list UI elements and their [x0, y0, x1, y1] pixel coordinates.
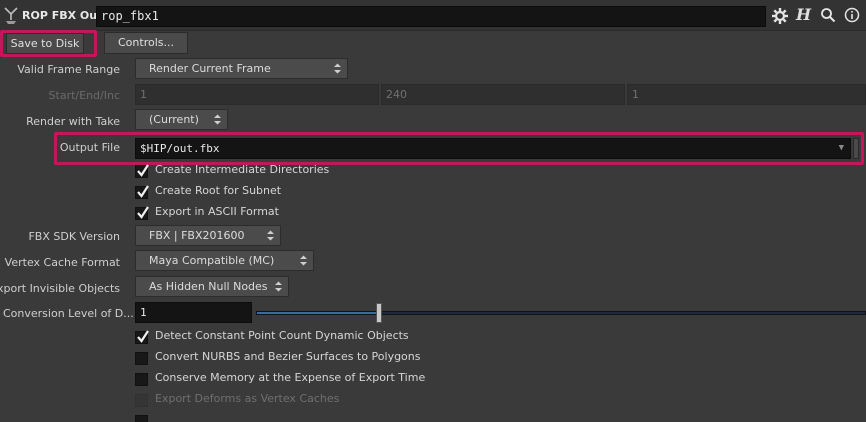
info-icon[interactable] [844, 7, 860, 23]
end-field[interactable]: 240 [381, 84, 625, 105]
render-with-take-menu[interactable]: (Current) [135, 109, 228, 130]
vertex-cache-format-label: Vertex Cache Format [4, 256, 120, 269]
output-file-label: Output File [59, 141, 120, 154]
export-invisible-value: As Hidden Null Nodes [149, 280, 268, 293]
node-header: ROP FBX Output rop_fbx1 H [0, 0, 866, 31]
help-icon[interactable]: H [796, 7, 811, 23]
updown-arrow-icon [275, 281, 282, 292]
render-with-take-label: Render with Take [26, 115, 120, 128]
controls-button[interactable]: Controls... [104, 32, 188, 54]
rop-node-icon [3, 5, 20, 25]
valid-frame-range-value: Render Current Frame [149, 62, 271, 75]
dropdown-arrow-icon[interactable]: ▼ [839, 139, 844, 158]
fbx-sdk-version-label: FBX SDK Version [28, 230, 120, 243]
output-file-value: $HIP/out.fbx [140, 142, 220, 155]
conversion-level-slider[interactable] [256, 311, 866, 315]
updown-arrow-icon [214, 114, 221, 125]
convert-nurbs-label: Convert NURBS and Bezier Surfaces to Pol… [155, 350, 421, 363]
vertex-cache-format-value: Maya Compatible (MC) [149, 254, 275, 267]
updown-arrow-icon [334, 63, 341, 74]
conversion-level-field[interactable]: 1 [135, 302, 252, 323]
conversion-level-label: Conversion Level of D... [3, 307, 134, 320]
create-intermediate-dirs-label: Create Intermediate Directories [155, 163, 330, 176]
partial-checkbox[interactable] [135, 415, 148, 422]
detect-constant-checkbox[interactable] [135, 330, 149, 344]
search-icon[interactable] [820, 7, 836, 23]
node-name-field[interactable]: rop_fbx1 [96, 6, 766, 27]
inc-field[interactable]: 1 [627, 84, 866, 105]
export-deforms-label: Export Deforms as Vertex Caches [155, 392, 340, 405]
start-field[interactable]: 1 [135, 84, 379, 105]
create-root-for-subnet-checkbox[interactable] [135, 185, 149, 199]
export-invisible-menu[interactable]: As Hidden Null Nodes [135, 276, 289, 297]
fbx-sdk-version-menu[interactable]: FBX | FBX201600 [135, 225, 281, 246]
vertex-cache-format-menu[interactable]: Maya Compatible (MC) [135, 250, 314, 271]
updown-arrow-icon [300, 255, 307, 266]
updown-arrow-icon [267, 230, 274, 241]
slider-handle[interactable] [376, 303, 382, 323]
detect-constant-label: Detect Constant Point Count Dynamic Obje… [155, 329, 409, 342]
create-intermediate-dirs-checkbox[interactable] [135, 164, 149, 178]
slider-fill [257, 312, 380, 314]
file-chooser-button[interactable] [853, 138, 859, 159]
export-deforms-checkbox[interactable] [135, 394, 148, 407]
valid-frame-range-menu[interactable]: Render Current Frame [135, 58, 348, 79]
export-invisible-label: Export Invisible Objects [0, 282, 120, 295]
conserve-memory-checkbox[interactable] [135, 373, 148, 386]
gear-icon[interactable] [771, 7, 789, 25]
output-file-field[interactable]: $HIP/out.fbx ▼ [135, 138, 851, 159]
create-root-for-subnet-label: Create Root for Subnet [155, 184, 282, 197]
start-end-inc-label: Start/End/Inc [48, 89, 120, 102]
convert-nurbs-checkbox[interactable] [135, 352, 148, 365]
conserve-memory-label: Conserve Memory at the Expense of Export… [155, 371, 426, 384]
render-with-take-value: (Current) [149, 113, 199, 126]
export-ascii-label: Export in ASCII Format [155, 205, 279, 218]
save-to-disk-button[interactable]: Save to Disk [6, 33, 84, 54]
valid-frame-range-label: Valid Frame Range [17, 63, 120, 76]
conversion-level-value: 1 [140, 306, 147, 319]
export-ascii-checkbox[interactable] [135, 206, 149, 220]
fbx-sdk-version-value: FBX | FBX201600 [149, 229, 245, 242]
